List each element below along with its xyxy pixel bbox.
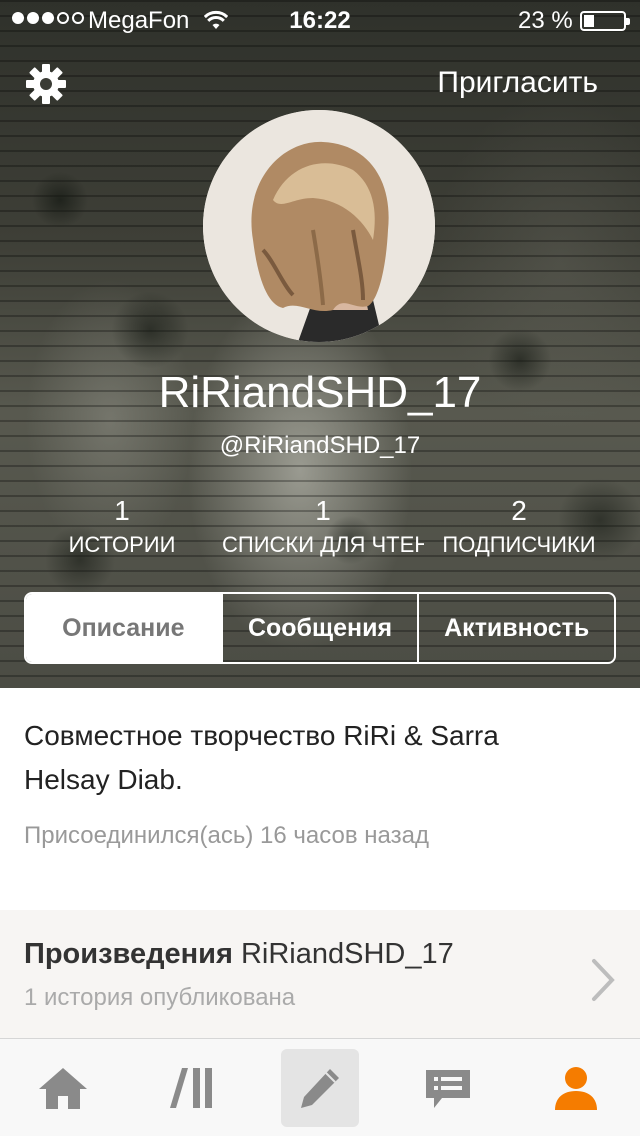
messages-icon xyxy=(426,1070,470,1108)
tab-description[interactable]: Описание xyxy=(26,594,223,662)
stat-reading-lists-count: 1 xyxy=(315,495,331,526)
nav-profile[interactable] xyxy=(537,1049,615,1127)
stat-stories-label: ИСТОРИИ xyxy=(68,532,176,557)
chevron-right-icon xyxy=(592,959,615,1001)
tab-activity[interactable]: Активность xyxy=(419,594,614,662)
status-bar: MegaFon 16:22 23 % xyxy=(0,0,640,40)
write-icon xyxy=(301,1069,339,1108)
stat-followers-count: 2 xyxy=(511,495,527,526)
nav-messages[interactable] xyxy=(409,1049,487,1127)
profile-description: Совместное творчество RiRi & Sarra Helsa… xyxy=(24,720,499,795)
battery-percentage: 23 % xyxy=(518,7,573,34)
profile-tabs: Описание Сообщения Активность xyxy=(24,592,616,664)
bottom-tab-bar xyxy=(0,1038,640,1136)
profile-header-background xyxy=(0,0,640,688)
profile-icon xyxy=(555,1067,597,1110)
nav-home[interactable] xyxy=(24,1049,102,1127)
tab-messages[interactable]: Сообщения xyxy=(223,594,420,662)
stat-stories[interactable]: 1 ИСТОРИИ xyxy=(54,494,190,558)
works-subtitle: 1 история опубликована xyxy=(24,984,296,1011)
nav-library[interactable] xyxy=(152,1049,230,1127)
works-title-label: Произведения xyxy=(24,938,233,970)
works-title: Произведения RiRiandSHD_17 xyxy=(24,938,454,971)
stat-followers-label: ПОДПИСЧИКИ xyxy=(442,532,596,557)
profile-handle: @RiRiandSHD_17 xyxy=(219,432,421,459)
invite-button[interactable]: Пригласить xyxy=(437,66,598,100)
gear-icon[interactable] xyxy=(24,62,68,106)
works-row[interactable] xyxy=(0,910,640,1038)
profile-display-name: RiRiandSHD_17 xyxy=(158,368,482,417)
library-icon xyxy=(170,1068,212,1108)
stat-stories-count: 1 xyxy=(114,495,130,526)
works-title-username: RiRiandSHD_17 xyxy=(240,938,454,970)
stat-followers[interactable]: 2 ПОДПИСЧИКИ xyxy=(430,494,608,558)
battery-icon xyxy=(580,11,630,31)
home-icon xyxy=(39,1068,87,1109)
avatar[interactable] xyxy=(203,110,435,342)
stat-reading-lists[interactable]: 1 СПИСКИ ДЛЯ ЧТЕНИЯ xyxy=(222,494,424,558)
joined-date: Присоединился(ась) 16 часов назад xyxy=(24,822,429,849)
stat-reading-lists-label: СПИСКИ ДЛЯ ЧТЕНИЯ xyxy=(222,532,424,557)
nav-write[interactable] xyxy=(281,1049,359,1127)
